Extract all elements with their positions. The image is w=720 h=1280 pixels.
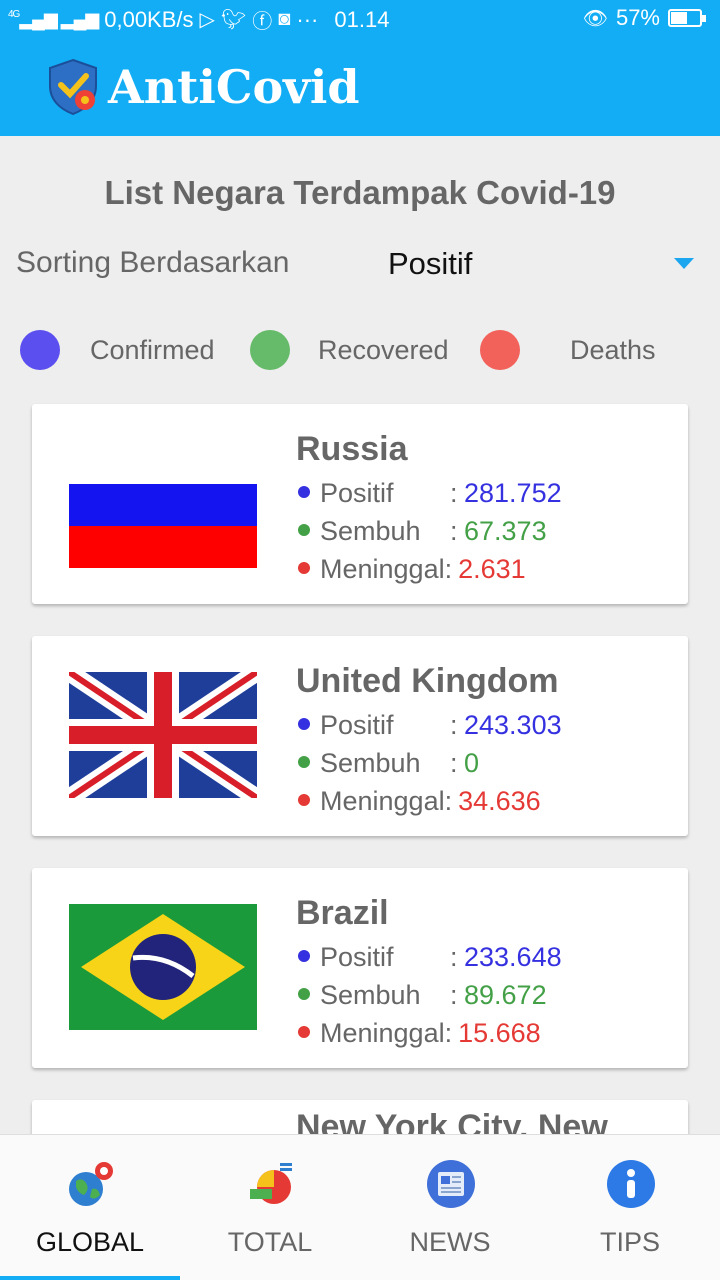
recovered-dot-icon xyxy=(250,330,290,370)
chart-icon xyxy=(250,1163,292,1204)
deaths-row: Meninggal: 34.636 xyxy=(298,786,541,817)
brazil-flag-icon xyxy=(69,904,257,1030)
deaths-dot-icon xyxy=(480,330,520,370)
signal-icon: 4G▂▄▆ ▂▄▆ xyxy=(8,9,99,29)
nav-global-label: GLOBAL xyxy=(35,1227,145,1257)
legend-deaths: Deaths xyxy=(570,335,656,365)
recovered-value: 89.672 xyxy=(464,980,547,1010)
app-title: AntiCovid xyxy=(108,60,360,114)
deaths-value: 34.636 xyxy=(458,786,541,816)
positive-value: 233.648 xyxy=(464,942,562,972)
country-list[interactable]: Russia Positif:281.752 Sembuh:67.373 Men… xyxy=(0,390,720,1134)
sort-dropdown-value: Positif xyxy=(388,246,473,281)
country-card[interactable]: New York City, New xyxy=(32,1100,688,1134)
deaths-row: Meninggal: 2.631 xyxy=(298,554,526,585)
country-name: United Kingdom xyxy=(296,662,559,700)
shield-logo-icon xyxy=(49,58,97,116)
recovered-row: Sembuh:0 xyxy=(298,748,479,779)
clock: 01.14 xyxy=(334,6,390,32)
app-bar: AntiCovid xyxy=(0,36,720,136)
nav-news[interactable]: NEWS xyxy=(360,1135,540,1280)
recovered-row: Sembuh:67.373 xyxy=(298,516,547,547)
positive-row: Positif:243.303 xyxy=(298,710,562,741)
status-bar: 4G▂▄▆ ▂▄▆ 0,00KB/s ▷ 🐦︎ ⓕ ◙ ··· 01.14 👁︎… xyxy=(0,0,720,36)
deaths-row: Meninggal: 15.668 xyxy=(298,1018,541,1049)
globe-virus-icon xyxy=(69,1162,113,1206)
country-name: New York City, New xyxy=(296,1108,608,1134)
facebook-icon: ⓕ xyxy=(252,11,273,33)
positive-row: Positif:233.648 xyxy=(298,942,562,973)
sort-dropdown[interactable]: Positif xyxy=(386,244,706,288)
legend-recovered: Recovered xyxy=(318,335,449,365)
eye-icon: 👁︎ xyxy=(582,7,608,30)
network-speed: 0,00KB/s xyxy=(104,6,194,32)
battery-icon xyxy=(668,9,706,27)
country-card[interactable]: Brazil Positif:233.648 Sembuh:89.672 Men… xyxy=(32,868,688,1068)
info-icon xyxy=(607,1160,655,1208)
positive-value: 281.752 xyxy=(464,478,562,508)
positive-row: Positif:281.752 xyxy=(298,478,562,509)
bottom-navigation: GLOBAL TOTAL NEWS TIPS xyxy=(0,1134,720,1280)
country-card[interactable]: United Kingdom Positif:243.303 Sembuh:0 … xyxy=(32,636,688,836)
battery-percent: 57% xyxy=(615,5,660,30)
nav-tips-label: TIPS xyxy=(599,1227,660,1257)
confirmed-dot-icon xyxy=(20,330,60,370)
nav-total[interactable]: TOTAL xyxy=(180,1135,360,1280)
twitter-icon: 🐦︎ xyxy=(220,9,247,31)
legend-confirmed: Confirmed xyxy=(90,335,215,365)
instagram-icon: ◙ xyxy=(278,8,291,30)
country-name: Russia xyxy=(296,430,408,468)
country-name: Brazil xyxy=(296,894,389,932)
page-title: List Negara Terdampak Covid-19 xyxy=(104,174,616,211)
dropdown-arrow-icon xyxy=(674,258,694,269)
more-notifications-icon: ··· xyxy=(296,6,319,32)
deaths-value: 15.668 xyxy=(458,1018,541,1048)
active-tab-indicator xyxy=(0,1276,180,1280)
nav-global[interactable]: GLOBAL xyxy=(0,1135,180,1280)
nav-tips[interactable]: TIPS xyxy=(540,1135,720,1280)
country-card[interactable]: Russia Positif:281.752 Sembuh:67.373 Men… xyxy=(32,404,688,604)
nav-total-label: TOTAL xyxy=(227,1227,313,1257)
recovered-value: 0 xyxy=(464,748,480,778)
deaths-value: 2.631 xyxy=(458,554,526,584)
newspaper-icon xyxy=(427,1160,475,1208)
legend: Confirmed Recovered Deaths xyxy=(0,328,720,372)
recovered-value: 67.373 xyxy=(464,516,547,546)
recovered-row: Sembuh:89.672 xyxy=(298,980,547,1011)
positive-value: 243.303 xyxy=(464,710,562,740)
play-store-icon: ▷ xyxy=(199,9,215,31)
uk-flag-icon xyxy=(69,672,257,798)
sort-label: Sorting Berdasarkan xyxy=(16,246,290,279)
russia-flag-icon xyxy=(69,484,257,568)
nav-news-label: NEWS xyxy=(409,1227,491,1257)
